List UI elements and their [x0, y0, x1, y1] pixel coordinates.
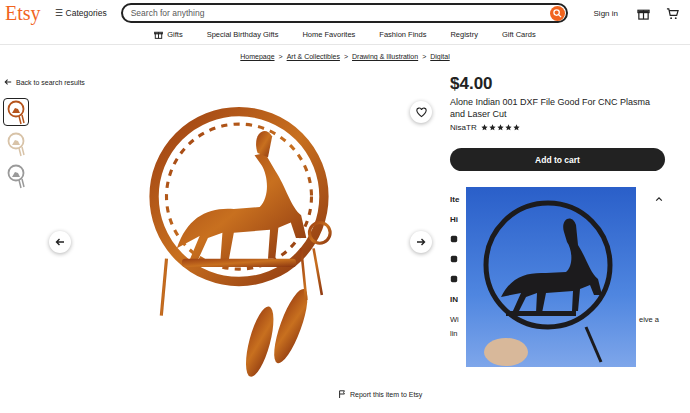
detail-text: Hi [450, 215, 466, 227]
etsy-logo[interactable]: Etsy [5, 3, 41, 23]
etsy-page: Etsy ☰ Categories Search for anything Si… [0, 0, 690, 413]
nav-label: Registry [450, 30, 478, 39]
magnifier-icon [553, 9, 562, 18]
category-nav: Gifts Special Birthday Gifts Home Favori… [0, 26, 690, 45]
cart-icon[interactable] [666, 7, 679, 20]
detail-text: Wi [450, 315, 466, 327]
nav-link[interactable]: Home Favorites [302, 30, 355, 39]
chevron-up-icon[interactable] [655, 195, 663, 203]
nav-label: Gifts [167, 30, 182, 39]
star-icon [513, 124, 520, 131]
listing-title: Alone Indian 001 DXF File Good For CNC P… [450, 96, 665, 120]
gallery-zone: Back to search results Report this item … [0, 78, 440, 398]
listing-info: $4.00 Alone Indian 001 DXF File Good For… [440, 78, 665, 398]
star-icon [497, 124, 504, 131]
detail-text: IN [450, 295, 466, 307]
dreamcatcher-thumbnail-icon [5, 131, 27, 157]
star-icon [505, 124, 512, 131]
details-column: Ite Hi IN Wi lin [450, 187, 466, 369]
breadcrumb-link[interactable]: Drawing & Illustration [352, 53, 418, 60]
report-label: Report this item to Etsy [350, 391, 422, 398]
nav-label: Fashion Finds [379, 30, 426, 39]
thumbnail[interactable] [3, 130, 29, 158]
shop-row: NisaTR [450, 123, 665, 132]
sign-in-link[interactable]: Sign in [594, 9, 618, 18]
detail-text: Ite [450, 195, 466, 207]
thumbnail[interactable] [3, 162, 29, 190]
thumbnail[interactable] [3, 98, 29, 126]
gift-icon[interactable] [637, 7, 650, 20]
gallery [0, 92, 440, 384]
report-link[interactable]: Report this item to Etsy [0, 390, 440, 398]
nav-label: Special Birthday Gifts [207, 30, 279, 39]
overlay-photo [466, 187, 636, 367]
arrow-left-icon [4, 78, 12, 86]
back-link[interactable]: Back to search results [0, 78, 440, 86]
categories-button[interactable]: ☰ Categories [51, 8, 111, 18]
star-icon [481, 124, 488, 131]
nav-link[interactable]: Gift Cards [502, 30, 536, 39]
nav-link[interactable]: Registry [450, 30, 478, 39]
search-placeholder: Search for anything [131, 8, 205, 18]
nav-link[interactable]: Gifts [154, 30, 182, 39]
nav-link[interactable]: Fashion Finds [379, 30, 426, 39]
heart-icon [416, 107, 427, 118]
next-image-button[interactable] [410, 231, 432, 253]
thumbnail-list [0, 92, 37, 384]
listing-main: Back to search results Report this item … [0, 78, 690, 398]
arrow-left-icon [55, 237, 65, 247]
nav-label: Home Favorites [302, 30, 355, 39]
detail-icon [450, 235, 458, 243]
detail-icon [450, 275, 458, 283]
dreamcatcher-thumbnail-icon [5, 163, 27, 189]
detail-text: lin [450, 329, 466, 341]
star-icon [489, 124, 496, 131]
favorite-button[interactable] [410, 101, 432, 123]
search-button[interactable] [550, 6, 565, 21]
arrow-right-icon [416, 237, 426, 247]
top-bar: Etsy ☰ Categories Search for anything Si… [0, 0, 690, 26]
back-label: Back to search results [16, 79, 85, 86]
metal-art-photo [466, 187, 636, 367]
categories-label: Categories [66, 8, 107, 18]
nav-label: Gift Cards [502, 30, 536, 39]
star-rating [481, 124, 520, 131]
shop-name[interactable]: NisaTR [450, 123, 477, 132]
flag-icon [338, 390, 346, 398]
gift-icon [154, 30, 163, 39]
dreamcatcher-image [124, 93, 354, 383]
detail-text: eive a [639, 315, 659, 327]
detail-icon [450, 255, 458, 263]
price: $4.00 [450, 74, 665, 94]
details-right: eive a [636, 187, 665, 369]
add-to-cart-button[interactable]: Add to cart [450, 148, 665, 171]
breadcrumb-link[interactable]: Art & Collectibles [287, 53, 340, 60]
main-image [37, 92, 440, 384]
breadcrumb-link[interactable]: Digital [430, 53, 449, 60]
dreamcatcher-thumbnail-icon [5, 99, 27, 125]
breadcrumb-separator: > [279, 53, 283, 60]
item-details: Ite Hi IN Wi lin eive a [450, 187, 665, 369]
breadcrumb-separator: > [344, 53, 348, 60]
nav-link[interactable]: Special Birthday Gifts [207, 30, 279, 39]
breadcrumb: Homepage > Art & Collectibles > Drawing & … [0, 53, 690, 60]
breadcrumb-link[interactable]: Homepage [240, 53, 274, 60]
menu-icon: ☰ [55, 8, 63, 18]
search-bar[interactable]: Search for anything [121, 3, 568, 23]
breadcrumb-separator: > [422, 53, 426, 60]
previous-image-button[interactable] [49, 231, 71, 253]
